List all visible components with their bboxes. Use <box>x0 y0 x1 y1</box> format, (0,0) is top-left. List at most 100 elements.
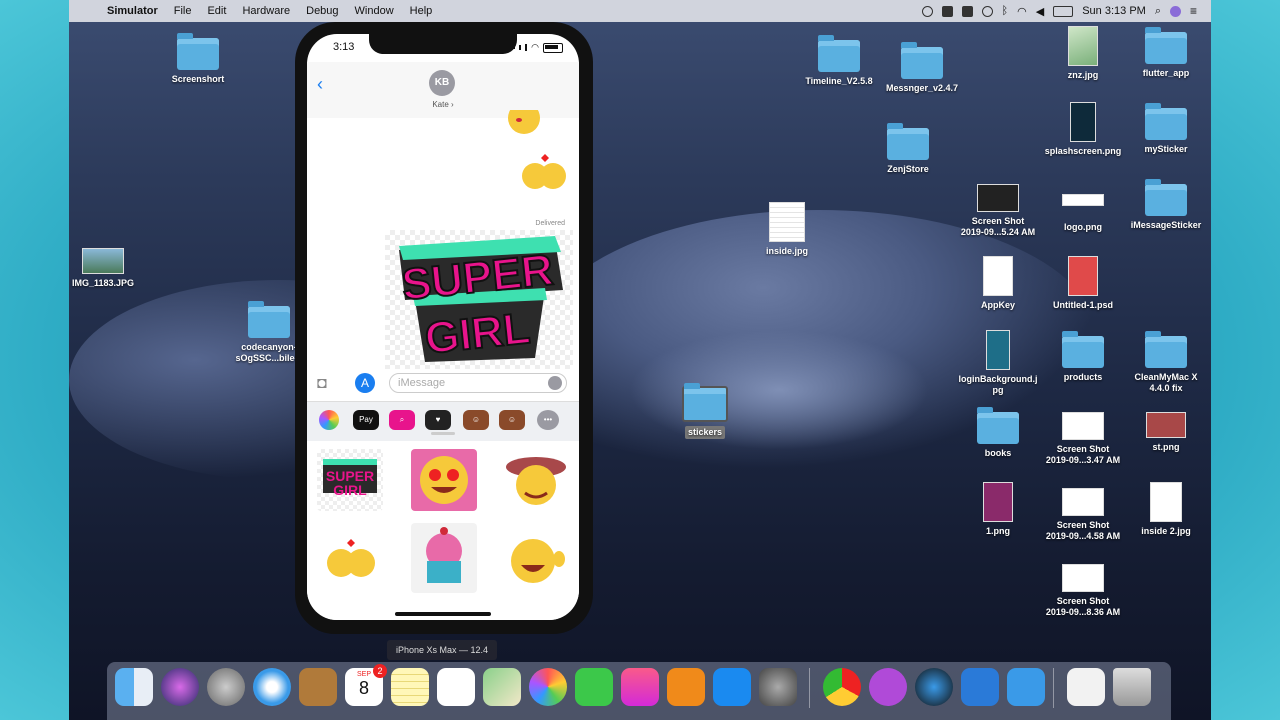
notification-center-icon[interactable]: ≡ <box>1190 4 1197 18</box>
desktop-folder-products[interactable]: products <box>1035 331 1131 383</box>
spotlight-icon[interactable]: ⌕ <box>1155 5 1161 18</box>
itunes-icon[interactable] <box>621 668 659 706</box>
display-icon[interactable] <box>961 5 973 17</box>
app-store-button-icon[interactable]: A <box>355 373 375 393</box>
more-apps-icon[interactable]: ••• <box>537 410 559 430</box>
camera-icon[interactable]: ◘ <box>317 375 327 393</box>
menu-edit[interactable]: Edit <box>199 5 234 17</box>
battery-icon[interactable] <box>1053 5 1074 17</box>
siri-icon[interactable] <box>161 668 199 706</box>
desktop-folder-cleanmymac[interactable]: CleanMyMac X 4.4.0 fix <box>1118 331 1211 394</box>
reminders-icon[interactable] <box>437 668 475 706</box>
emoji-sticker-message[interactable] <box>505 110 543 138</box>
desktop-file-1-png[interactable]: 1.png <box>950 482 1046 537</box>
supergirl-sticker-message[interactable]: SUPER GIRL <box>385 230 573 380</box>
sticker-cowboy[interactable] <box>503 449 569 511</box>
desktop-folder-zenjstore[interactable]: ZenjStore <box>860 123 956 175</box>
volume-icon[interactable]: ◀ <box>1036 5 1044 18</box>
digital-touch-app-icon[interactable]: ♥ <box>425 410 451 430</box>
siri-icon[interactable] <box>1169 5 1181 17</box>
desktop-folder-flutter-app[interactable]: flutter_app <box>1118 27 1211 79</box>
sticker-kissing[interactable] <box>317 529 383 591</box>
app-store-icon[interactable] <box>713 668 751 706</box>
desktop-file-loginbackground[interactable]: loginBackground.j pg <box>950 330 1046 396</box>
phone-notch <box>369 34 517 54</box>
notes-icon[interactable] <box>391 668 429 706</box>
sticker-cupcake[interactable] <box>411 523 477 593</box>
books-icon[interactable] <box>667 668 705 706</box>
imessage-input[interactable]: iMessage <box>389 373 567 393</box>
microphone-icon[interactable] <box>548 376 562 390</box>
desktop-folder-imessagesticker[interactable]: iMessageSticker <box>1118 179 1211 231</box>
chrome-icon[interactable] <box>823 668 861 706</box>
desktop-file-screenshot-836[interactable]: Screen Shot 2019-09...8.36 AM <box>1035 564 1131 618</box>
facetime-icon[interactable] <box>575 668 613 706</box>
sync-icon[interactable] <box>981 5 993 17</box>
desktop-file-inside2-jpg[interactable]: inside 2.jpg <box>1118 482 1211 537</box>
photos-app-icon[interactable] <box>319 410 339 430</box>
menu-clock[interactable]: Sun 3:13 PM <box>1082 5 1146 17</box>
sticker-heart-eyes[interactable] <box>411 449 477 511</box>
menu-app-name[interactable]: Simulator <box>99 5 166 17</box>
simulator-icon[interactable] <box>1007 668 1045 706</box>
sticker-laughing[interactable] <box>503 529 569 591</box>
desktop-file-untitled-psd[interactable]: Untitled-1.psd <box>1035 256 1131 311</box>
menu-hardware[interactable]: Hardware <box>234 5 298 17</box>
desktop-folder-mysticker[interactable]: mySticker <box>1118 103 1211 155</box>
back-chevron-icon[interactable]: ‹ <box>317 74 323 95</box>
desktop-file-screenshot-347[interactable]: Screen Shot 2019-09...3.47 AM <box>1035 412 1131 466</box>
home-indicator[interactable] <box>395 612 491 616</box>
animoji-app-icon[interactable]: ☺ <box>463 410 489 430</box>
folder-icon <box>901 42 943 79</box>
desktop-file-screenshot-458[interactable]: Screen Shot 2019-09...4.58 AM <box>1035 488 1131 542</box>
contacts-icon[interactable] <box>299 668 337 706</box>
desktop-folder-stickers[interactable]: stickers <box>657 383 753 439</box>
safari-icon[interactable] <box>253 668 291 706</box>
desktop-icon-label-line2: 2019-09...3.47 AM <box>1045 455 1121 465</box>
maps-icon[interactable] <box>483 668 521 706</box>
menu-debug[interactable]: Debug <box>298 5 346 17</box>
desktop-folder-screenshort[interactable]: Screenshort <box>150 33 246 85</box>
drawer-grabber[interactable] <box>431 432 455 435</box>
trash-icon[interactable] <box>1113 668 1151 706</box>
image-search-app-icon[interactable]: ⌕ <box>389 410 415 430</box>
desktop-file-appkey[interactable]: AppKey <box>950 256 1046 311</box>
calendar-icon[interactable]: SEP 8 2 <box>345 664 387 706</box>
folder-icon <box>248 301 290 338</box>
quicktime-icon[interactable] <box>915 668 953 706</box>
contact-avatar[interactable]: KB <box>429 70 455 96</box>
photos-icon[interactable] <box>529 668 567 706</box>
desktop-folder-timeline[interactable]: Timeline_V2.5.8 <box>791 35 887 87</box>
cowboy-emoji-icon <box>506 457 566 505</box>
bluetooth-icon[interactable]: ᛒ <box>1002 5 1009 17</box>
desktop-file-logo-png[interactable]: logo.png <box>1035 190 1131 233</box>
sticker-supergirl[interactable]: SUPER GIRL <box>317 449 383 511</box>
messages-status-icon[interactable] <box>941 5 953 17</box>
sticker-app-icon[interactable]: ☺ <box>499 410 525 430</box>
desktop-file-inside-jpg[interactable]: inside.jpg <box>739 202 835 257</box>
contact-name[interactable]: Kate › <box>307 100 579 109</box>
desktop-file-znz-jpg[interactable]: znz.jpg <box>1035 26 1131 81</box>
menu-file[interactable]: File <box>166 5 200 17</box>
menu-bar: Simulator File Edit Hardware Debug Windo… <box>69 0 1211 22</box>
calendar-day: 8 <box>358 678 369 698</box>
record-icon[interactable] <box>921 5 933 17</box>
desktop-folder-books[interactable]: books <box>950 407 1046 459</box>
wifi-icon[interactable]: ◠ <box>1017 5 1027 18</box>
xcode-icon[interactable] <box>961 668 999 706</box>
system-preferences-icon[interactable] <box>759 668 797 706</box>
desktop-file-splashscreen[interactable]: splashscreen.png <box>1035 102 1131 157</box>
desktop-file-st-png[interactable]: st.png <box>1118 412 1211 453</box>
launchpad-icon[interactable] <box>207 668 245 706</box>
finder-icon[interactable] <box>115 668 153 706</box>
feedback-assistant-icon[interactable] <box>869 668 907 706</box>
desktop-file-img1183[interactable]: IMG_1183.JPG <box>69 248 151 289</box>
desktop-folder-messnger[interactable]: Messnger_v2.4.7 <box>874 42 970 94</box>
downloads-stack-icon[interactable] <box>1067 668 1105 706</box>
desktop-file-screenshot-524[interactable]: Screen Shot 2019-09...5.24 AM <box>950 184 1046 238</box>
folder-icon <box>682 383 728 422</box>
apple-pay-app-icon[interactable]: Pay <box>353 410 379 430</box>
menu-window[interactable]: Window <box>347 5 402 17</box>
menu-help[interactable]: Help <box>402 5 441 17</box>
kissing-emoji-message[interactable] <box>519 152 571 192</box>
